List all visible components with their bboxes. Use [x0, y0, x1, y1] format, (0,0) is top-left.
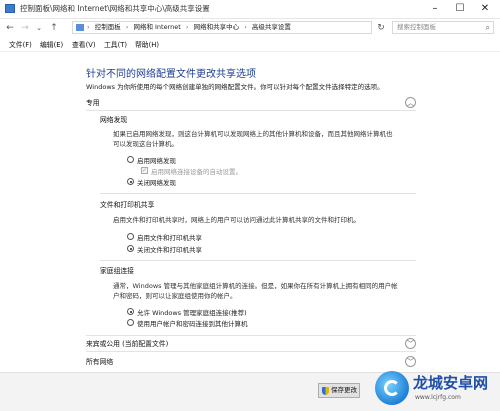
network-discovery-title: 网络发现	[100, 116, 128, 124]
discovery-on-label: 启用网络发现	[137, 157, 176, 165]
radio-button[interactable]	[127, 233, 134, 240]
section-private-header[interactable]: 专用 ︿	[86, 97, 416, 109]
radio-button-selected[interactable]	[127, 245, 134, 252]
minimize-button[interactable]: –	[426, 2, 444, 15]
radio-button[interactable]	[127, 319, 134, 326]
chevron-up-icon[interactable]: ︿	[405, 97, 416, 108]
crumb-separator: ›	[125, 23, 129, 31]
menu-file[interactable]: 文件(F)	[9, 39, 32, 49]
watermark-url: www.lcjrfg.com	[415, 394, 461, 401]
title-bar: 控制面板\网络和 Internet\网络和共享中心\高级共享设置 – ☐ ✕	[0, 0, 500, 19]
section-guest-header[interactable]: 来宾或公用 (当前配置文件) ﹀	[86, 338, 416, 350]
fileprint-on-label: 启用文件和打印机共享	[137, 234, 202, 242]
watermark-title: 龙城安卓网	[413, 374, 489, 392]
crumb-advanced-sharing[interactable]: 高级共享设置	[252, 23, 291, 31]
crumb-separator: ›	[244, 23, 247, 31]
watermark-logo-icon	[375, 371, 409, 405]
back-arrow-icon[interactable]: ←	[4, 22, 16, 34]
network-discovery-desc-line2: 可以发现这台计算机。	[113, 140, 178, 148]
close-button[interactable]: ✕	[476, 2, 494, 15]
page-intro: Windows 为你所使用的每个网络创建单独的网络配置文件。你可以针对每个配置文…	[86, 83, 384, 91]
window: 控制面板\网络和 Internet\网络和共享中心\高级共享设置 – ☐ ✕ ←…	[0, 0, 500, 411]
divider	[86, 351, 416, 352]
crumb-network-sharing-center[interactable]: 网络和共享中心	[194, 23, 240, 31]
recent-locations-chevron-icon[interactable]: ⌄	[33, 22, 45, 34]
radio-button[interactable]	[127, 156, 134, 163]
save-changes-label: 保存更改	[331, 386, 357, 394]
page-title: 针对不同的网络配置文件更改共享选项	[86, 69, 256, 80]
chevron-down-icon[interactable]: ﹀	[405, 338, 416, 349]
menu-edit[interactable]: 编辑(E)	[40, 39, 63, 49]
save-changes-button[interactable]: 保存更改	[318, 383, 360, 398]
menu-tools[interactable]: 工具(T)	[104, 39, 127, 49]
menu-bar: 文件(F) 编辑(E) 查看(V) 工具(T) 帮助(H)	[0, 37, 500, 52]
section-private-title: 专用	[86, 99, 100, 107]
homegroup-desc-line2: 户和密码，则可以让家庭组使用你的帐户。	[113, 292, 237, 300]
divider	[86, 335, 416, 336]
divider	[100, 260, 416, 261]
network-discovery-desc-line1: 如果已启用网络发现，则这台计算机可以发现网络上的其他计算机和设备，而且其他网络计…	[113, 130, 393, 138]
refresh-icon[interactable]: ↻	[375, 22, 387, 34]
search-input[interactable]: 搜索控制面板 ⌕	[392, 21, 494, 34]
search-placeholder: 搜索控制面板	[397, 23, 436, 31]
radio-button-selected[interactable]	[127, 178, 134, 185]
breadcrumb[interactable]: › 控制面板 › 网络和 Internet › 网络和共享中心 › 高级共享设置	[72, 21, 372, 34]
maximize-button[interactable]: ☐	[451, 2, 469, 15]
discovery-off-label: 关闭网络发现	[137, 179, 176, 187]
homegroup-title: 家庭组连接	[100, 267, 134, 275]
file-printer-sharing-title: 文件和打印机共享	[100, 201, 155, 209]
up-arrow-icon[interactable]: ↑	[48, 22, 60, 34]
menu-help[interactable]: 帮助(H)	[135, 39, 159, 49]
divider	[100, 193, 416, 194]
file-printer-sharing-desc: 启用文件和打印机共享时，网络上的用户可以访问通过此计算机共享的文件和打印机。	[113, 216, 360, 224]
checkbox[interactable]: ✓	[141, 167, 148, 174]
forward-arrow-icon[interactable]: →	[19, 22, 31, 34]
section-all-title: 所有网络	[86, 358, 114, 366]
discovery-auto-label: 启用网络连接设备的自动设置。	[151, 168, 242, 176]
watermark: 龙城安卓网 www.lcjrfg.com	[375, 368, 500, 410]
chevron-down-icon[interactable]: ﹀	[405, 356, 416, 367]
fileprint-off-label: 关闭文件和打印机共享	[137, 246, 202, 254]
section-guest-title: 来宾或公用 (当前配置文件)	[86, 340, 169, 348]
uac-shield-icon	[322, 387, 329, 395]
homegroup-allow-label: 允许 Windows 管理家庭组连接(推荐)	[137, 309, 247, 317]
homegroup-account-label: 使用用户帐户和密码连接到其他计算机	[137, 320, 248, 328]
search-icon: ⌕	[485, 23, 490, 32]
crumb-separator: ›	[87, 23, 90, 31]
crumb-network-internet[interactable]: 网络和 Internet	[133, 23, 180, 31]
control-panel-icon	[5, 4, 15, 13]
control-panel-crumb-icon	[76, 24, 84, 31]
crumb-separator: ›	[185, 23, 189, 31]
address-bar: ← → ⌄ ↑ › 控制面板 › 网络和 Internet › 网络和共享中心 …	[0, 19, 500, 37]
window-title: 控制面板\网络和 Internet\网络和共享中心\高级共享设置	[20, 4, 210, 13]
content-pane: 针对不同的网络配置文件更改共享选项 Windows 为你所使用的每个网络创建单独…	[0, 52, 500, 372]
section-all-header[interactable]: 所有网络 ﹀	[86, 356, 416, 368]
homegroup-desc-line1: 通常，Windows 管理与其他家庭组计算机的连接。但是，如果你在所有计算机上拥…	[113, 282, 398, 290]
divider	[86, 110, 416, 111]
crumb-control-panel[interactable]: 控制面板	[95, 23, 121, 31]
radio-button-selected[interactable]	[127, 308, 134, 315]
menu-view[interactable]: 查看(V)	[72, 39, 96, 49]
